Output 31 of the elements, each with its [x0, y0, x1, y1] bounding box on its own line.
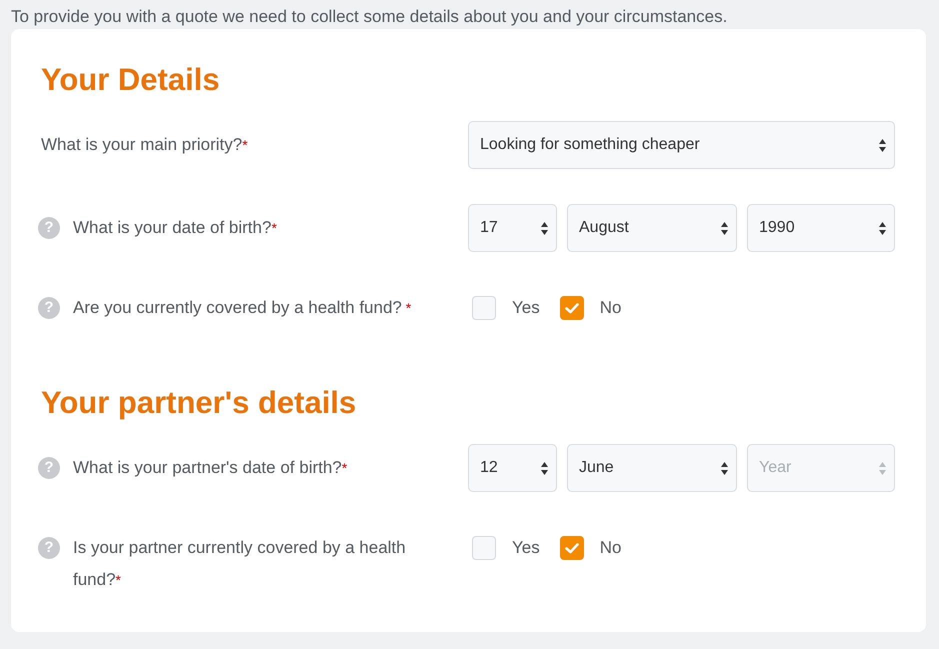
- dropdown[interactable]: 1990: [747, 204, 895, 252]
- checkbox-label[interactable]: Yes: [512, 538, 540, 558]
- field-label: What is your main priority?*: [41, 134, 248, 156]
- up-down-arrows-icon: [721, 222, 728, 234]
- section-heading: Your Details: [41, 63, 221, 96]
- checkbox[interactable]: [472, 536, 496, 560]
- field-label: Is your partner currently covered by a health fund?*: [73, 537, 407, 591]
- check-icon: [564, 542, 579, 554]
- checkbox-label[interactable]: Yes: [512, 298, 540, 318]
- dropdown[interactable]: June: [567, 444, 737, 492]
- dropdown[interactable]: 12: [468, 444, 557, 492]
- check-icon: [564, 302, 579, 314]
- up-down-arrows-icon: [541, 222, 548, 234]
- dropdown[interactable]: August: [567, 204, 737, 252]
- checkbox[interactable]: [560, 536, 584, 560]
- intro-text: To provide you with a quote we need to collect some details about you and your circumstances.: [11, 6, 728, 28]
- checkbox-label[interactable]: No: [600, 538, 622, 558]
- checkbox-label[interactable]: No: [600, 298, 622, 318]
- field-label: Are you currently covered by a health fund? *: [73, 297, 412, 319]
- field-label: What is your partner's date of birth?*: [73, 457, 348, 479]
- dropdown[interactable]: Looking for something cheaper: [468, 121, 895, 169]
- up-down-arrows-icon: [879, 222, 886, 234]
- up-down-arrows-icon: [541, 462, 548, 474]
- section-heading: Your partner's details: [41, 386, 358, 419]
- up-down-arrows-icon: [879, 462, 886, 474]
- field-label: What is your date of birth?*: [73, 217, 277, 239]
- up-down-arrows-icon: [721, 462, 728, 474]
- checkbox[interactable]: [472, 296, 496, 320]
- checkbox[interactable]: [560, 296, 584, 320]
- dropdown[interactable]: 17: [468, 204, 557, 252]
- up-down-arrows-icon: [879, 138, 886, 152]
